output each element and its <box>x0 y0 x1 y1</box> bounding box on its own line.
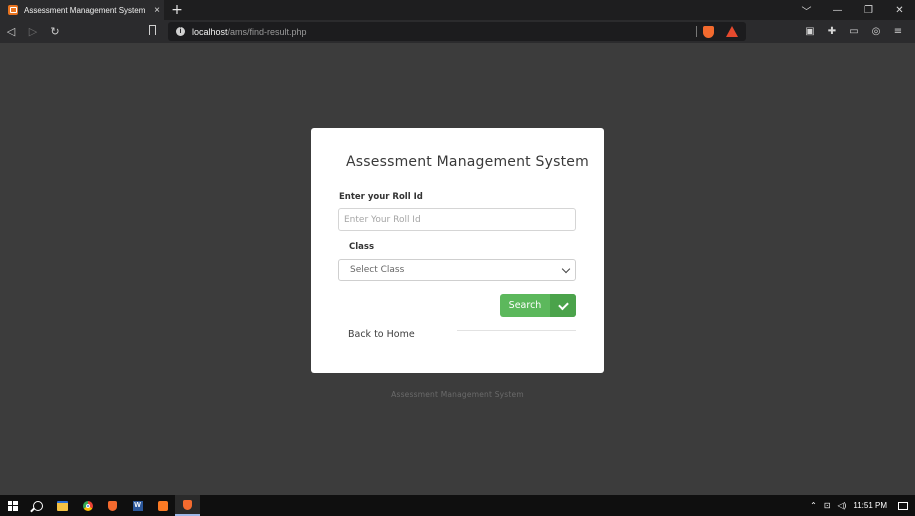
windows-taskbar: W ⌃ ⊡ ◁) 11:51 PM <box>0 495 915 516</box>
extension-toolbar: ▣ ✚ ▭ ◎ ≡ <box>799 20 909 43</box>
tab-search-icon[interactable]: ﹀ <box>791 3 822 18</box>
chevron-down-icon <box>561 264 571 274</box>
tab-close-icon[interactable]: × <box>150 5 164 16</box>
back-arrow-icon[interactable]: ◁ <box>0 25 22 38</box>
page-footer: Assessment Management System <box>391 390 524 399</box>
chrome-icon <box>82 500 93 511</box>
start-button[interactable] <box>0 495 25 516</box>
roll-id-input[interactable] <box>338 208 576 231</box>
forward-arrow-icon[interactable]: ▷ <box>22 25 44 38</box>
brave-icon <box>183 499 192 510</box>
taskbar-word[interactable]: W <box>125 495 150 516</box>
class-label: Class <box>349 242 375 252</box>
menu-icon[interactable]: ≡ <box>887 26 909 37</box>
class-select[interactable]: Select Class <box>338 259 576 281</box>
url-host: localhost <box>192 26 228 37</box>
tray-chevron-up-icon[interactable]: ⌃ <box>810 501 817 510</box>
taskbar-search-button[interactable] <box>25 495 50 516</box>
xampp-favicon-icon <box>8 5 18 15</box>
brave-rewards-icon[interactable] <box>726 26 738 37</box>
checkmark-icon <box>550 294 576 317</box>
taskbar-brave-active[interactable] <box>175 495 200 516</box>
taskbar-file-explorer[interactable] <box>50 495 75 516</box>
taskbar-xampp[interactable] <box>150 495 175 516</box>
windows-logo-icon <box>7 500 18 511</box>
xampp-icon <box>157 500 168 511</box>
class-select-value: Select Class <box>350 265 405 275</box>
browser-tab[interactable]: Assessment Management System × <box>0 0 164 20</box>
taskbar-brave[interactable] <box>100 495 125 516</box>
address-bar[interactable]: i localhost /ams/find-result.php <box>168 22 746 41</box>
tab-title: Assessment Management System <box>24 5 146 15</box>
notification-icon[interactable] <box>898 501 908 510</box>
divider <box>696 26 697 37</box>
wallet-icon[interactable]: ▭ <box>843 26 865 37</box>
restore-button[interactable]: ❐ <box>853 5 884 16</box>
word-icon: W <box>132 500 143 511</box>
volume-icon[interactable]: ◁) <box>838 501 847 510</box>
brave-icon <box>108 500 117 511</box>
search-button[interactable]: Search <box>500 294 576 317</box>
back-to-home-link[interactable]: Back to Home <box>348 329 415 340</box>
puzzle-extensions-icon[interactable]: ✚ <box>821 26 843 37</box>
bookmark-icon[interactable] <box>149 25 156 35</box>
vpn-icon[interactable]: ◎ <box>865 26 887 37</box>
result-search-card: Assessment Management System Enter your … <box>311 128 604 373</box>
folder-icon <box>57 500 68 511</box>
brave-shields-icon[interactable] <box>703 25 714 38</box>
reload-icon[interactable]: ↻ <box>44 25 66 38</box>
network-icon[interactable]: ⊡ <box>824 501 831 510</box>
card-title: Assessment Management System <box>346 154 589 170</box>
new-tab-button[interactable]: + <box>170 2 184 18</box>
divider <box>457 330 576 331</box>
site-info-icon[interactable]: i <box>176 27 185 36</box>
search-button-label: Search <box>508 300 542 311</box>
window-controls: ﹀ — ❐ ✕ <box>791 0 915 20</box>
system-tray: ⌃ ⊡ ◁) 11:51 PM <box>810 495 915 516</box>
address-bar-actions <box>696 22 742 41</box>
extension-icon[interactable]: ▣ <box>799 26 821 37</box>
url-path: /ams/find-result.php <box>227 26 307 37</box>
minimize-button[interactable]: — <box>822 5 853 16</box>
clock[interactable]: 11:51 PM <box>853 501 887 510</box>
taskbar-chrome[interactable] <box>75 495 100 516</box>
search-icon <box>32 500 43 511</box>
roll-id-label: Enter your Roll Id <box>339 192 423 202</box>
close-window-button[interactable]: ✕ <box>884 5 915 16</box>
tab-strip: Assessment Management System × + ﹀ — ❐ ✕ <box>0 0 915 20</box>
